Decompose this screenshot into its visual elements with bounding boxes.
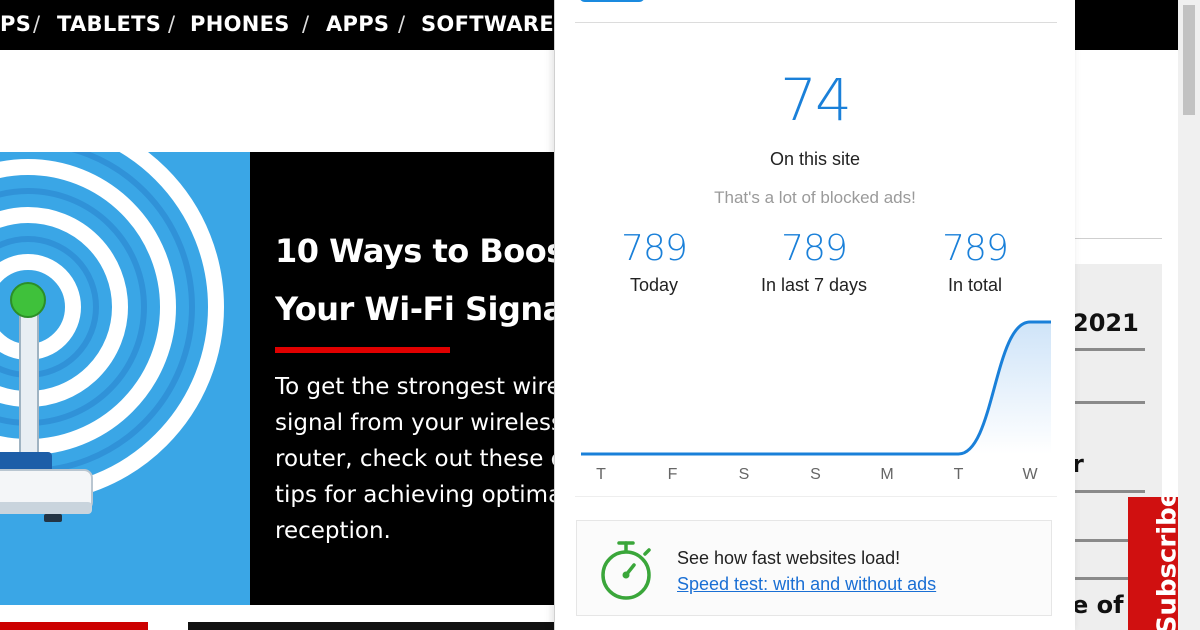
stat-7days-value: 789 [781, 228, 848, 269]
sidebar-rule [1075, 401, 1145, 404]
stopwatch-icon [601, 541, 651, 600]
hero-text-line: To get the strongest wireless [275, 374, 560, 400]
subscribe-button[interactable]: Subscribe [1128, 497, 1178, 630]
article-thumbnail[interactable] [188, 622, 560, 630]
nav-item-ps[interactable]: PS [0, 12, 31, 36]
sidebar-rule [1075, 490, 1145, 493]
chart-day-labels: TFSSMTW [579, 466, 1053, 486]
hero-text-line: reception. [275, 518, 391, 544]
stat-7days-label: In last 7 days [760, 275, 868, 295]
title-underline [275, 347, 450, 353]
nav-separator: / [33, 12, 41, 36]
sidebar-heading[interactable]: 2021 [1072, 309, 1139, 337]
stat-today-label: Today [629, 275, 679, 295]
chart-series-line [581, 320, 1051, 456]
subscribe-label: Subscribe [1152, 497, 1178, 630]
speed-test-title: See how fast websites load! [677, 548, 901, 568]
ad-blocker-popup: 74 On this site That's a lot of blocked … [554, 0, 1075, 630]
nav-separator: / [398, 12, 406, 36]
nav-item-phones[interactable]: PHONES [190, 12, 290, 36]
scrollbar-thumb[interactable] [1183, 5, 1195, 115]
chart-day-label: S [738, 466, 750, 483]
chart-day-label: T [953, 466, 964, 483]
popup-divider [575, 22, 1057, 23]
hero-title-line-2[interactable]: Your Wi-Fi Signal [275, 290, 575, 328]
stat-today-value: 789 [621, 228, 688, 269]
chart-day-label: T [596, 466, 606, 483]
chart-day-label: F [667, 466, 678, 483]
nav-item-apps[interactable]: APPS [326, 12, 389, 36]
sidebar-divider [1075, 238, 1162, 239]
chart-day-label: S [810, 466, 821, 483]
chart-day-label: W [1022, 466, 1038, 483]
blocked-ads-chart [579, 318, 1053, 460]
speed-test-link[interactable]: Speed test: with and without ads [677, 574, 936, 595]
sidebar-link[interactable]: e of [1072, 591, 1124, 619]
nav-item-software[interactable]: SOFTWARE [421, 12, 554, 36]
stat-total-value: 789 [942, 228, 1009, 269]
hero-text-line: tips for achieving optima [275, 482, 560, 508]
chart-svg [581, 320, 1051, 456]
site-blocked-count: 74 [780, 66, 852, 134]
speed-test-card: See how fast websites load! Speed test: … [576, 520, 1052, 616]
stat-total-label: In total [947, 275, 1003, 295]
sidebar-rule [1075, 348, 1145, 351]
wifi-router-illustration[interactable] [0, 152, 250, 605]
wifi-signal-icon [0, 152, 224, 522]
nav-item-tablets[interactable]: TABLETS [57, 12, 161, 36]
chart-day-label: M [880, 466, 894, 483]
stat-today: 789 Today [569, 228, 739, 296]
blocked-message: That's a lot of blocked ads! [714, 188, 916, 207]
popup-toggle-tab[interactable] [579, 0, 645, 2]
stat-total: 789 In total [890, 228, 1060, 296]
hero-text-line: router, check out these c [275, 446, 560, 472]
nav-separator: / [302, 12, 310, 36]
hero-title-line-1[interactable]: 10 Ways to Boost [275, 232, 575, 270]
site-count-label: On this site [769, 149, 861, 169]
popup-divider [575, 496, 1057, 497]
article-thumbnail[interactable] [0, 622, 148, 630]
stat-last-7-days: 789 In last 7 days [729, 228, 899, 296]
hero-text-line: signal from your wireless [275, 410, 560, 436]
nav-separator: / [168, 12, 176, 36]
